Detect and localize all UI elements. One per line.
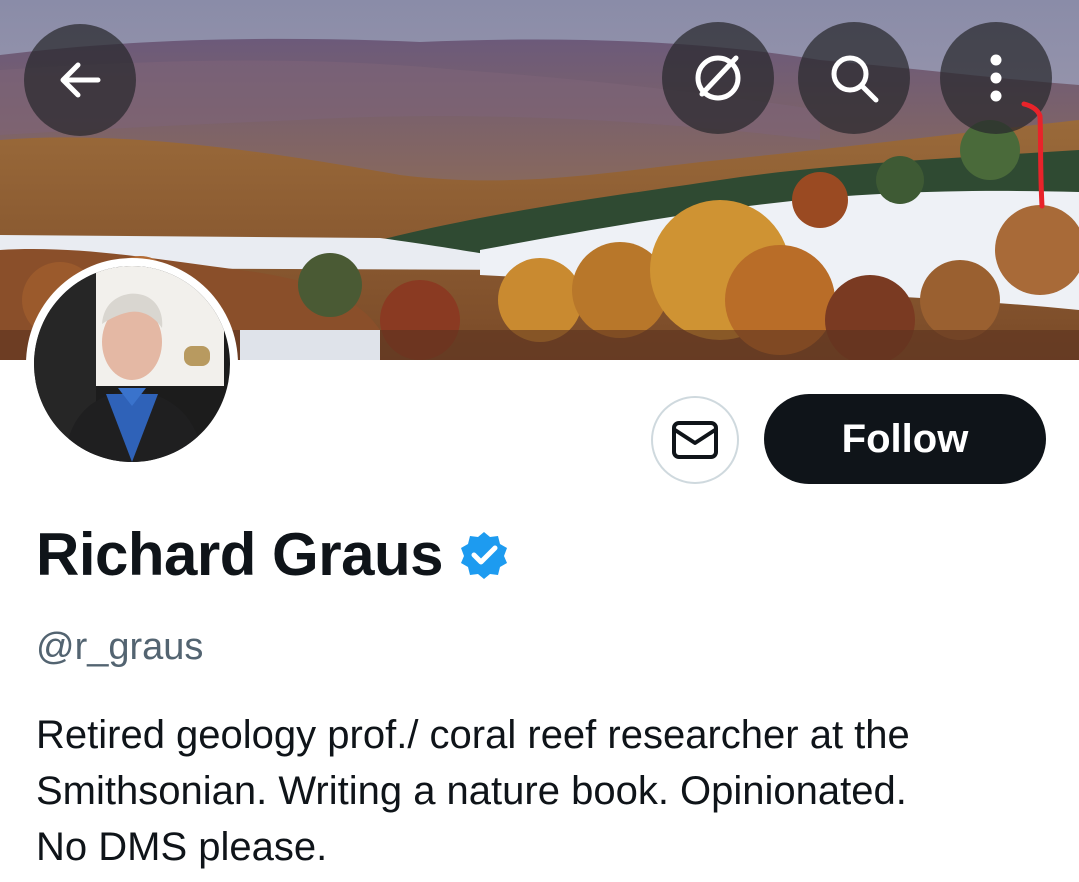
follow-button[interactable]: Follow (764, 394, 1046, 484)
avatar-photo (34, 266, 230, 462)
handle: @r_graus (36, 626, 204, 668)
bio: Retired geology prof./ coral reef resear… (36, 707, 1056, 875)
bio-line: Retired geology prof./ coral reef resear… (36, 713, 910, 757)
message-button[interactable] (651, 396, 739, 484)
search-icon (831, 55, 879, 103)
more-vertical-icon (990, 54, 1002, 102)
name-row: Richard Graus (36, 520, 509, 589)
arrow-left-icon (60, 62, 101, 98)
back-button[interactable] (24, 24, 136, 136)
profile-page: Follow Richard Graus @r_graus Retired ge… (0, 0, 1079, 882)
bio-line: Smithsonian. Writing a nature book. Opin… (36, 769, 907, 813)
slash-circle-icon (695, 55, 741, 101)
verified-badge-icon[interactable] (459, 530, 509, 580)
avatar[interactable] (26, 258, 238, 470)
display-name: Richard Graus (36, 521, 443, 588)
search-button[interactable] (798, 22, 910, 134)
bio-line: No DMS please. (36, 825, 328, 869)
red-annotation-mark (1021, 101, 1045, 209)
envelope-icon (672, 421, 718, 459)
grok-button[interactable] (662, 22, 774, 134)
